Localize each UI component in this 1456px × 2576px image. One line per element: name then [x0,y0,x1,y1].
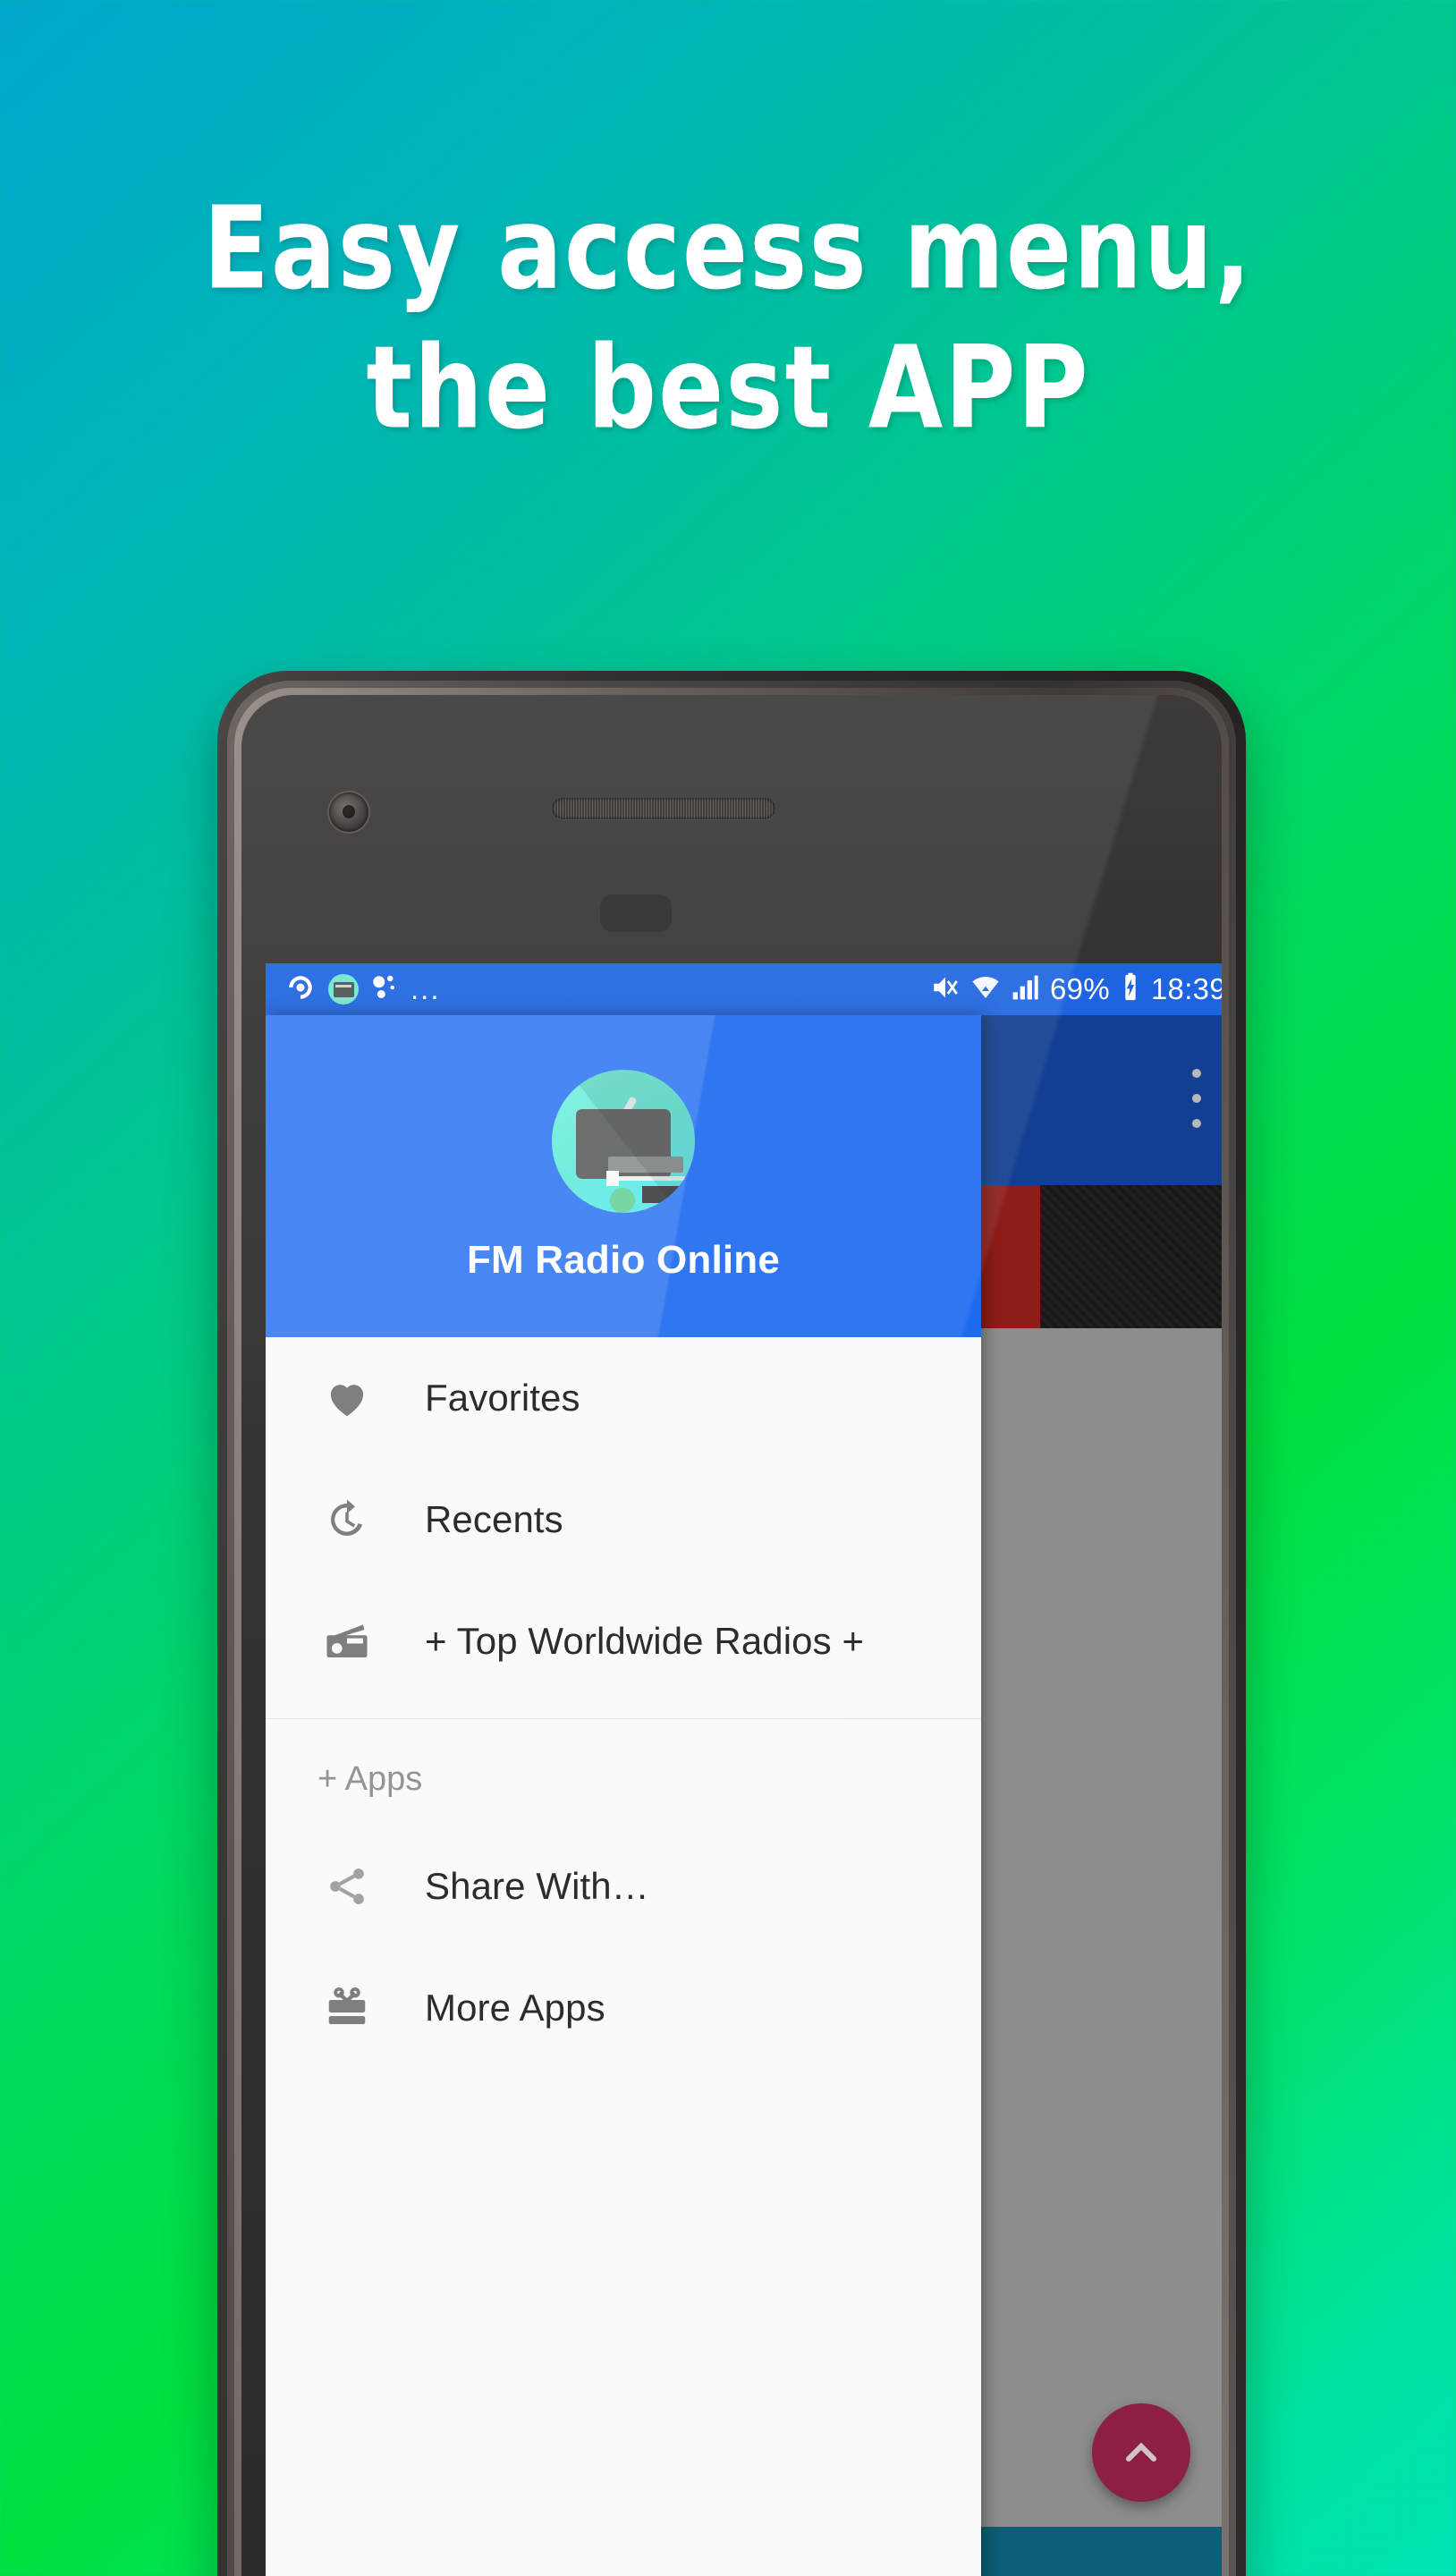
heart-icon [319,1374,375,1422]
drawer-item-share-with[interactable]: Share With… [266,1826,981,1947]
status-bar-right: 69% 18:39 [930,972,1222,1007]
phone-glass: ... 69% 18:39 FM Radio Online Favorites … [241,695,1222,2576]
drawer-item-favorites[interactable]: Favorites [266,1337,981,1459]
wifi-icon [971,973,1000,1006]
promo-headline: Easy access menu, the best APP [0,192,1456,445]
battery-percent-label: 69% [1049,972,1110,1005]
proximity-sensor [600,894,672,932]
volume-mute-icon [930,972,961,1007]
headline-line-2: the best APP [366,322,1090,455]
drawer-item-label: Recents [425,1498,563,1540]
radio-icon [319,1617,375,1665]
headline-line-1: Easy access menu, [203,182,1253,316]
drawer-header: FM Radio Online [266,1015,981,1337]
chevron-up-icon [1125,2442,1157,2462]
drawer-item-label: Favorites [425,1377,580,1419]
drawer-item-recents[interactable]: Recents [266,1459,981,1580]
dots-notification-icon [371,972,398,1007]
cast-icon [285,972,316,1007]
ad-banner-edge [1040,1185,1222,1328]
fm-radio-app-icon [328,974,359,1004]
drawer-item-label: Share With… [425,1865,649,1907]
clock-label: 18:39 [1150,972,1222,1005]
app-name-label: FM Radio Online [466,1238,781,1282]
status-overflow-dots: ... [411,972,441,1006]
share-icon [319,1863,375,1910]
drawer-item-more-apps[interactable]: More Apps [266,1947,981,2069]
status-bar: ... 69% 18:39 [266,963,1222,1015]
history-icon [319,1496,375,1544]
overflow-menu-icon[interactable] [1192,1069,1201,1128]
earpiece-speaker [552,798,775,819]
scroll-to-top-fab[interactable] [1092,2403,1190,2502]
status-bar-left: ... [285,972,441,1007]
front-camera-icon [329,792,368,832]
drawer-item-label: More Apps [425,1987,605,2029]
drawer-menu: Favorites Recents + Top Worldwide Radios… [266,1337,981,2576]
drawer-item-top-worldwide-radios[interactable]: + Top Worldwide Radios + [266,1580,981,1702]
drawer-section-apps-label: + Apps [317,1760,423,1798]
logo-shadow-overlay [552,1070,695,1213]
navigation-drawer: FM Radio Online Favorites Recents + Top … [266,1015,981,2576]
fm-radio-icon [552,1070,695,1213]
phone-screen: ... 69% 18:39 FM Radio Online Favorites … [266,963,1222,2576]
battery-charging-icon [1121,972,1140,1007]
gift-icon [319,1984,375,2032]
phone-mockup: ... 69% 18:39 FM Radio Online Favorites … [217,671,1246,2576]
cellular-signal-icon [1011,973,1039,1006]
drawer-item-label: + Top Worldwide Radios + [425,1620,865,1662]
